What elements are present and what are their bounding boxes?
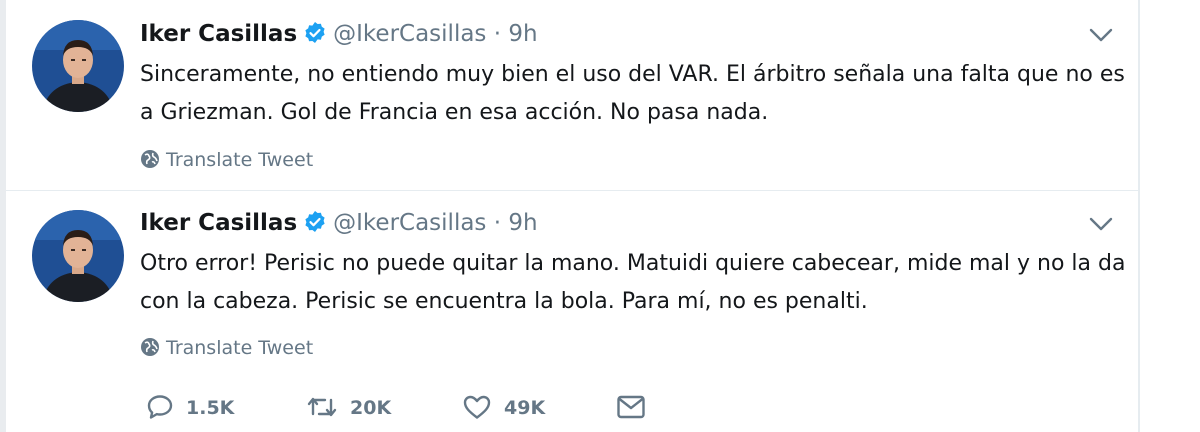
separator-dot: · — [493, 21, 502, 47]
verified-badge-icon — [303, 210, 327, 243]
timestamp[interactable]: 9h — [508, 21, 537, 47]
message-icon — [617, 395, 645, 419]
author-handle[interactable]: @IkerCasillas — [333, 21, 486, 47]
tweet[interactable]: Iker Casillas @IkerCasillas · 9h Sinceram… — [6, 0, 1140, 190]
globe-icon — [141, 338, 159, 356]
reply-icon — [147, 395, 173, 419]
tweet-text: Sinceramente, no entiendo muy bien el us… — [140, 62, 1125, 125]
translate-label: Translate Tweet — [166, 149, 314, 171]
tweet-text: Otro error! Perisic no puede quitar la m… — [140, 251, 1126, 314]
avatar[interactable] — [32, 20, 124, 112]
author-handle[interactable]: @IkerCasillas — [333, 210, 486, 236]
reply-count: 1.5K — [186, 397, 235, 419]
translate-label: Translate Tweet — [166, 337, 314, 359]
reply-button[interactable]: 1.5K — [146, 394, 234, 420]
like-button[interactable]: 49K — [462, 394, 545, 420]
translate-tweet-link[interactable]: Translate Tweet — [140, 149, 313, 171]
timestamp[interactable]: 9h — [508, 210, 537, 236]
translate-tweet-link[interactable]: Translate Tweet — [140, 337, 313, 359]
tweet-header: Iker Casillas @IkerCasillas · 9h — [140, 207, 538, 243]
author-name[interactable]: Iker Casillas — [140, 21, 297, 47]
separator-dot: · — [493, 210, 502, 236]
author-name[interactable]: Iker Casillas — [140, 210, 297, 236]
like-icon — [463, 395, 491, 419]
direct-message-button[interactable] — [616, 394, 646, 420]
retweet-icon — [307, 397, 337, 417]
tweet-header: Iker Casillas @IkerCasillas · 9h — [140, 18, 538, 54]
retweet-button[interactable]: 20K — [306, 394, 391, 420]
retweet-count: 20K — [350, 397, 392, 419]
verified-badge-icon — [303, 21, 327, 54]
avatar[interactable] — [32, 210, 124, 302]
globe-icon — [141, 150, 159, 168]
tweet[interactable]: Iker Casillas @IkerCasillas · 9h Otro err… — [6, 191, 1140, 432]
chevron-down-icon[interactable] — [1088, 216, 1114, 236]
chevron-down-icon[interactable] — [1088, 27, 1114, 47]
like-count: 49K — [504, 397, 546, 419]
